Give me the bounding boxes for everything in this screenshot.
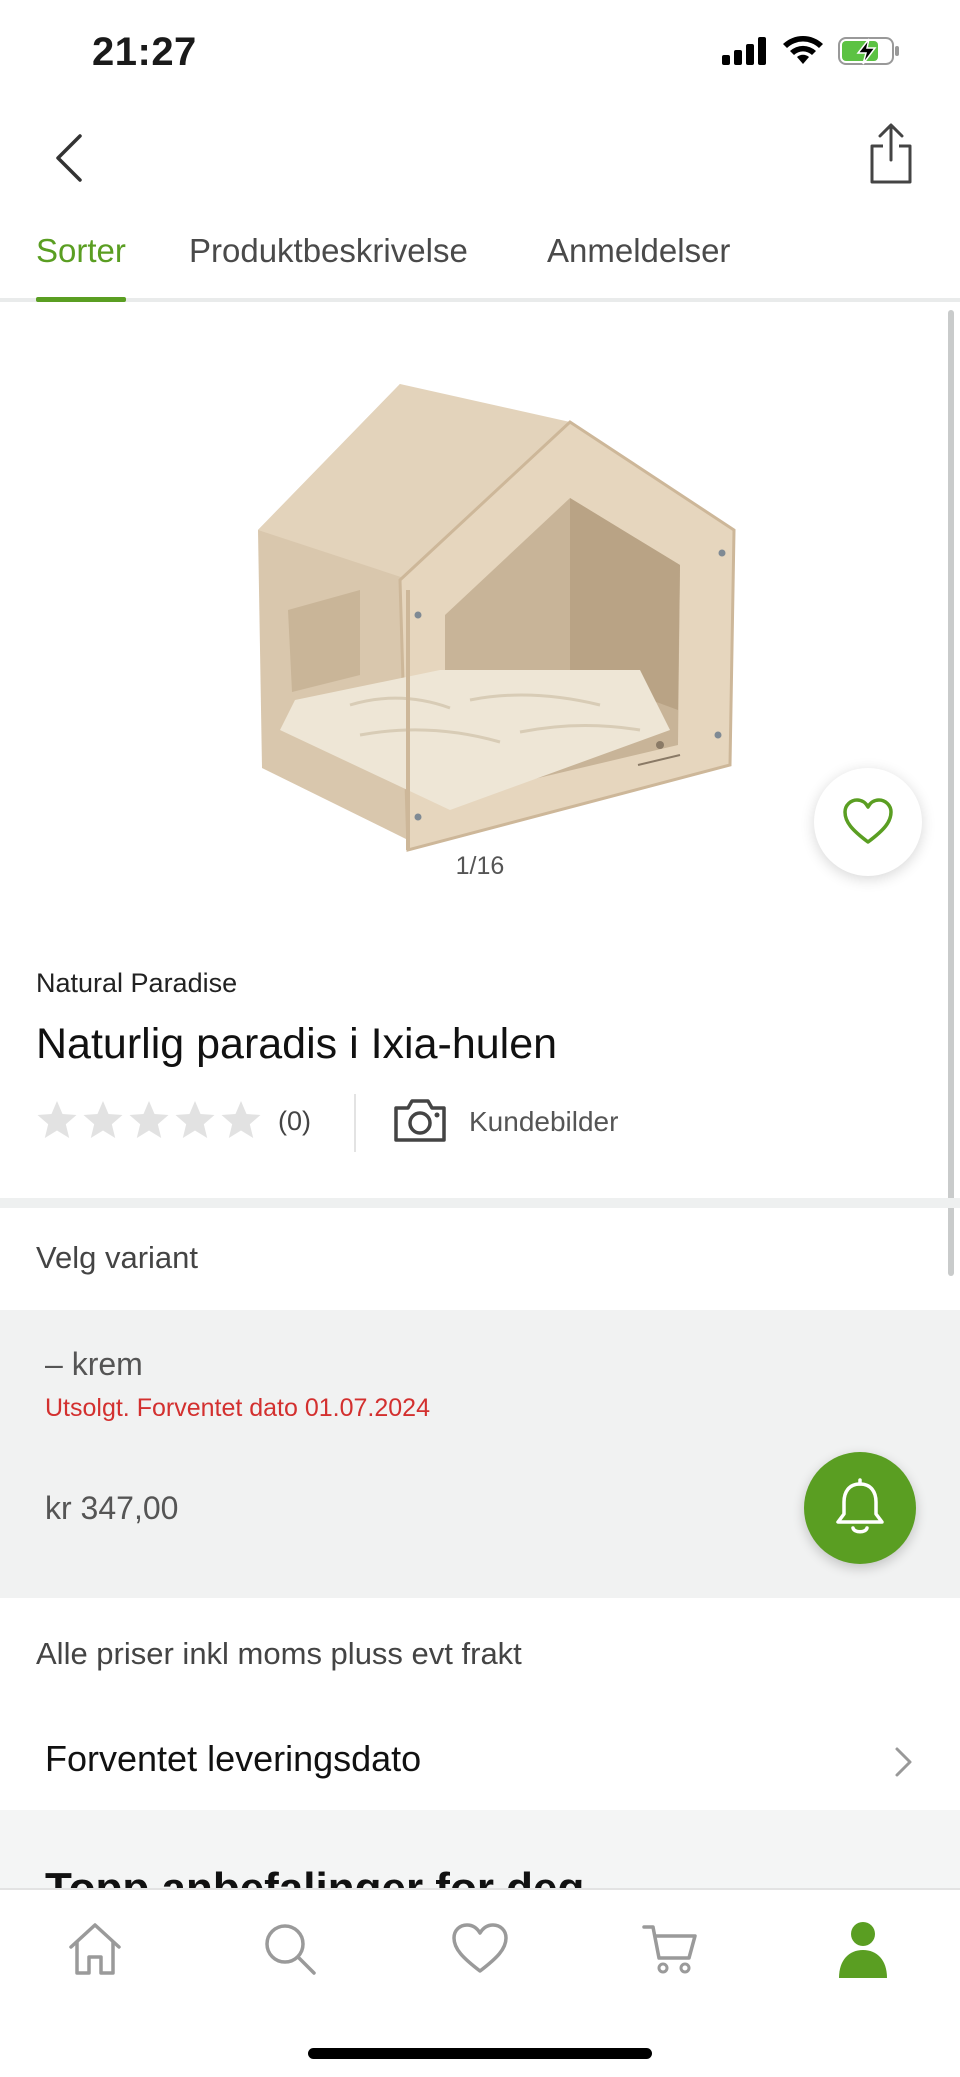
- status-icons: [722, 36, 900, 66]
- tab-produktbeskrivelse[interactable]: Produktbeskrivelse: [189, 232, 468, 298]
- delivery-date-label: Forventet leveringsdato: [45, 1738, 422, 1779]
- variant-heading: Velg variant: [36, 1240, 198, 1275]
- nav-profile[interactable]: [828, 1914, 898, 1984]
- variant-stock-status: Utsolgt. Forventet dato 01.07.2024: [45, 1394, 430, 1422]
- price-note: Alle priser inkl moms pluss evt frakt: [36, 1636, 522, 1671]
- signal-icon: [722, 37, 766, 65]
- battery-charging-icon: [838, 37, 899, 65]
- divider: [354, 1094, 356, 1152]
- product-brand[interactable]: Natural Paradise: [36, 968, 237, 999]
- back-button[interactable]: [46, 128, 96, 188]
- variant-option[interactable]: – krem Utsolgt. Forventet dato 01.07.202…: [0, 1310, 960, 1598]
- delivery-date-row[interactable]: Forventet leveringsdato: [0, 1710, 960, 1810]
- variant-price: kr 347,00: [45, 1490, 179, 1526]
- profile-icon: [839, 1922, 887, 1978]
- nav-search[interactable]: [255, 1914, 325, 1984]
- scrollbar[interactable]: [948, 310, 954, 1276]
- wifi-icon: [783, 36, 823, 64]
- chevron-left-icon: [56, 134, 82, 182]
- rating-row: (0) Kundebilder: [36, 1094, 936, 1154]
- share-icon: [870, 123, 912, 184]
- star-icon: [83, 1101, 123, 1138]
- status-bar: 21:27: [0, 0, 960, 100]
- star-icon: [175, 1101, 215, 1138]
- home-icon: [69, 1923, 121, 1975]
- heart-icon: [452, 1923, 508, 1973]
- share-button[interactable]: [866, 122, 916, 186]
- recommendations-section: Topp anbefalinger for deg: [0, 1810, 960, 1890]
- notify-button[interactable]: [804, 1452, 916, 1564]
- star-icon: [37, 1101, 77, 1138]
- favorite-button[interactable]: [814, 768, 922, 876]
- pet-house-illustration: [258, 384, 736, 852]
- nav-home[interactable]: [60, 1914, 130, 1984]
- tab-anmeldelser[interactable]: Anmeldelser: [547, 232, 730, 298]
- nav-bar: [0, 110, 960, 200]
- chevron-right-icon: [895, 1747, 912, 1777]
- camera-icon[interactable]: [392, 1096, 448, 1144]
- nav-favorites[interactable]: [445, 1914, 515, 1984]
- image-counter: 1/16: [455, 852, 505, 880]
- rating-count[interactable]: (0): [278, 1106, 311, 1137]
- star-icon: [221, 1101, 261, 1138]
- product-title: Naturlig paradis i Ixia-hulen: [36, 1020, 558, 1068]
- product-tabs: Sorter Produktbeskrivelse Anmeldelser: [0, 222, 960, 302]
- home-indicator: [308, 2048, 652, 2059]
- status-time: 21:27: [92, 30, 197, 74]
- recommendations-title: Topp anbefalinger for deg: [45, 1864, 585, 1890]
- section-divider: [0, 1198, 960, 1208]
- product-image[interactable]: [240, 370, 740, 860]
- star-rating[interactable]: [36, 1100, 262, 1140]
- cart-icon: [642, 1925, 697, 1974]
- tab-sorter[interactable]: Sorter: [36, 232, 126, 302]
- variant-name: – krem: [45, 1346, 143, 1382]
- nav-cart[interactable]: [635, 1914, 705, 1984]
- search-icon: [265, 1924, 316, 1975]
- star-icon: [129, 1101, 169, 1138]
- bell-icon: [836, 1478, 884, 1534]
- customer-images-link[interactable]: Kundebilder: [469, 1106, 618, 1138]
- heart-icon: [843, 798, 893, 844]
